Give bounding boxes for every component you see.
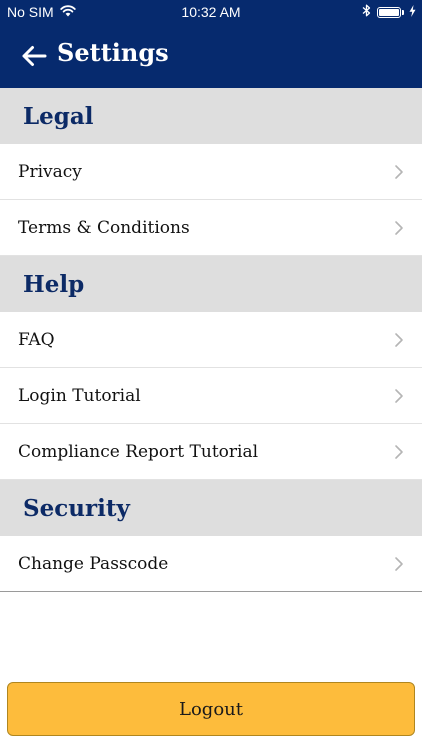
section-header-legal: Legal — [0, 88, 422, 144]
settings-item-label: Login Tutorial — [18, 385, 141, 406]
settings-item-label: Privacy — [18, 161, 82, 182]
back-arrow-icon — [22, 46, 47, 66]
settings-list: Legal Privacy Terms & Conditions Help FA… — [0, 88, 422, 592]
settings-item-label: Terms & Conditions — [18, 217, 190, 238]
settings-item-compliance-report-tutorial[interactable]: Compliance Report Tutorial — [0, 424, 422, 480]
battery-fill — [379, 8, 399, 16]
chevron-right-icon — [395, 556, 403, 571]
chevron-right-icon — [395, 388, 403, 403]
chevron-right-icon — [395, 164, 403, 179]
charging-bolt-icon — [409, 4, 416, 20]
section-header-security: Security — [0, 480, 422, 536]
page-title: Settings — [57, 38, 169, 67]
settings-item-privacy[interactable]: Privacy — [0, 144, 422, 200]
chevron-right-icon — [395, 444, 403, 459]
settings-item-change-passcode[interactable]: Change Passcode — [0, 536, 422, 592]
settings-item-terms[interactable]: Terms & Conditions — [0, 200, 422, 256]
settings-item-faq[interactable]: FAQ — [0, 312, 422, 368]
settings-item-label: Compliance Report Tutorial — [18, 441, 259, 462]
logout-button[interactable]: Logout — [7, 682, 415, 736]
settings-item-label: Change Passcode — [18, 553, 169, 574]
settings-item-label: FAQ — [18, 329, 55, 350]
status-time: 10:32 AM — [181, 4, 241, 20]
status-right — [362, 4, 416, 20]
status-bar: No SIM 10:32 AM — [0, 0, 422, 26]
section-header-help: Help — [0, 256, 422, 312]
chevron-right-icon — [395, 332, 403, 347]
back-button[interactable] — [16, 38, 52, 74]
battery-icon — [377, 6, 404, 18]
chevron-right-icon — [395, 220, 403, 235]
settings-item-login-tutorial[interactable]: Login Tutorial — [0, 368, 422, 424]
battery-cap — [402, 9, 404, 15]
bluetooth-icon — [362, 4, 371, 20]
nav-bar: Settings — [0, 26, 422, 88]
